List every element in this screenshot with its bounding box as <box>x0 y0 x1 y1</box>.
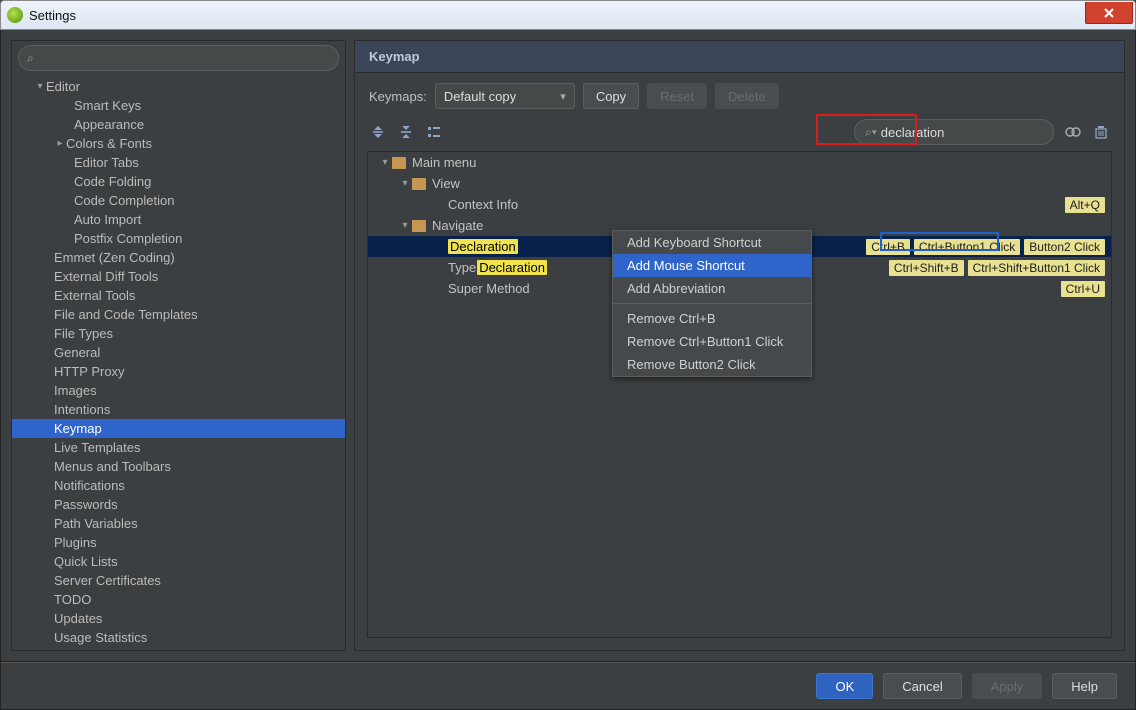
shortcut-badge: Ctrl+B <box>866 239 910 255</box>
collapse-all-icon[interactable] <box>397 123 415 141</box>
sidebar-search[interactable]: ⌕ <box>18 45 339 71</box>
content: ⌕ Editor Smart Keys Appearance Colors & … <box>0 30 1136 662</box>
ok-button[interactable]: OK <box>816 673 873 699</box>
sidebar-item-usage-statistics[interactable]: Usage Statistics <box>12 628 345 647</box>
shortcut-badge: Alt+Q <box>1065 197 1105 213</box>
shortcut-badge: Button2 Click <box>1024 239 1105 255</box>
apply-button[interactable]: Apply <box>972 673 1043 699</box>
sidebar-item-file-templates[interactable]: File and Code Templates <box>12 305 345 324</box>
folder-icon <box>412 178 426 190</box>
sidebar-item-plugins[interactable]: Plugins <box>12 533 345 552</box>
folder-icon <box>412 220 426 232</box>
sidebar-item-intentions[interactable]: Intentions <box>12 400 345 419</box>
sidebar-item-editor[interactable]: Editor <box>12 77 345 96</box>
keymaps-dropdown[interactable]: Default copy <box>435 83 575 109</box>
sidebar: ⌕ Editor Smart Keys Appearance Colors & … <box>11 40 346 651</box>
keymaps-label: Keymaps: <box>369 89 427 104</box>
action-search[interactable]: ⌕▾ <box>854 119 1054 145</box>
clear-icon[interactable] <box>1092 123 1110 141</box>
cancel-button[interactable]: Cancel <box>883 673 961 699</box>
sidebar-item-menus-toolbars[interactable]: Menus and Toolbars <box>12 457 345 476</box>
close-icon <box>1103 7 1115 19</box>
sidebar-item-todo[interactable]: TODO <box>12 590 345 609</box>
menu-remove-ctrl-button1[interactable]: Remove Ctrl+Button1 Click <box>613 330 811 353</box>
window-title: Settings <box>29 8 76 23</box>
sidebar-item-notifications[interactable]: Notifications <box>12 476 345 495</box>
sidebar-item-path-variables[interactable]: Path Variables <box>12 514 345 533</box>
sidebar-item-emmet[interactable]: Emmet (Zen Coding) <box>12 248 345 267</box>
titlebar: Settings <box>0 0 1136 30</box>
menu-remove-button2[interactable]: Remove Button2 Click <box>613 353 811 376</box>
keymap-tree: Main menu View Context Info Alt+Q Naviga… <box>367 151 1112 638</box>
sidebar-item-code-completion[interactable]: Code Completion <box>12 191 345 210</box>
expand-all-icon[interactable] <box>369 123 387 141</box>
sidebar-item-images[interactable]: Images <box>12 381 345 400</box>
sidebar-item-server-certificates[interactable]: Server Certificates <box>12 571 345 590</box>
tree-context-info[interactable]: Context Info Alt+Q <box>368 194 1111 215</box>
sidebar-item-editor-tabs[interactable]: Editor Tabs <box>12 153 345 172</box>
sidebar-item-quick-lists[interactable]: Quick Lists <box>12 552 345 571</box>
sidebar-item-appearance[interactable]: Appearance <box>12 115 345 134</box>
copy-button[interactable]: Copy <box>583 83 639 109</box>
find-action-by-shortcut-icon[interactable] <box>1064 123 1082 141</box>
reset-button[interactable]: Reset <box>647 83 707 109</box>
edit-shortcut-icon[interactable] <box>425 123 443 141</box>
action-search-input[interactable] <box>881 125 1057 140</box>
menu-add-abbreviation[interactable]: Add Abbreviation <box>613 277 811 300</box>
delete-button[interactable]: Delete <box>715 83 779 109</box>
sidebar-item-general[interactable]: General <box>12 343 345 362</box>
menu-add-keyboard-shortcut[interactable]: Add Keyboard Shortcut <box>613 231 811 254</box>
actions-toolbar: ⌕▾ <box>355 117 1124 151</box>
help-button[interactable]: Help <box>1052 673 1117 699</box>
page-title: Keymap <box>355 41 1124 73</box>
sidebar-item-code-folding[interactable]: Code Folding <box>12 172 345 191</box>
shortcut-badge: Ctrl+Shift+Button1 Click <box>968 260 1105 276</box>
sidebar-item-updates[interactable]: Updates <box>12 609 345 628</box>
sidebar-item-passwords[interactable]: Passwords <box>12 495 345 514</box>
sidebar-item-smart-keys[interactable]: Smart Keys <box>12 96 345 115</box>
shortcut-badge: Ctrl+Shift+B <box>889 260 964 276</box>
sidebar-search-input[interactable] <box>40 51 330 66</box>
sidebar-item-label: Editor <box>46 79 80 94</box>
close-button[interactable] <box>1085 2 1133 24</box>
sidebar-item-colors-fonts[interactable]: Colors & Fonts <box>12 134 345 153</box>
search-icon: ⌕ <box>27 51 34 66</box>
shortcut-badge: Ctrl+Button1 Click <box>914 239 1020 255</box>
sidebar-item-keymap[interactable]: Keymap <box>12 419 345 438</box>
dialog-footer: OK Cancel Apply Help <box>0 662 1136 710</box>
sidebar-item-external-tools[interactable]: External Tools <box>12 286 345 305</box>
menu-add-mouse-shortcut[interactable]: Add Mouse Shortcut <box>613 254 811 277</box>
menu-separator <box>613 303 811 304</box>
shortcuts-declaration: Ctrl+B Ctrl+Button1 Click Button2 Click <box>866 239 1105 255</box>
tree-view[interactable]: View <box>368 173 1111 194</box>
app-icon <box>7 7 23 23</box>
context-menu: Add Keyboard Shortcut Add Mouse Shortcut… <box>612 230 812 377</box>
sidebar-item-postfix-completion[interactable]: Postfix Completion <box>12 229 345 248</box>
folder-icon <box>392 157 406 169</box>
sidebar-item-auto-import[interactable]: Auto Import <box>12 210 345 229</box>
keymaps-toolbar: Keymaps: Default copy Copy Reset Delete <box>355 73 1124 117</box>
sidebar-item-file-types[interactable]: File Types <box>12 324 345 343</box>
keymaps-value: Default copy <box>444 89 516 104</box>
menu-remove-ctrl-b[interactable]: Remove Ctrl+B <box>613 307 811 330</box>
sidebar-item-external-diff[interactable]: External Diff Tools <box>12 267 345 286</box>
search-icon: ⌕▾ <box>865 125 877 140</box>
sidebar-item-http-proxy[interactable]: HTTP Proxy <box>12 362 345 381</box>
main-panel: Keymap Keymaps: Default copy Copy Reset … <box>354 40 1125 651</box>
shortcut-badge: Ctrl+U <box>1061 281 1105 297</box>
sidebar-item-live-templates[interactable]: Live Templates <box>12 438 345 457</box>
tree-main-menu[interactable]: Main menu <box>368 152 1111 173</box>
sidebar-tree: Editor Smart Keys Appearance Colors & Fo… <box>12 77 345 650</box>
